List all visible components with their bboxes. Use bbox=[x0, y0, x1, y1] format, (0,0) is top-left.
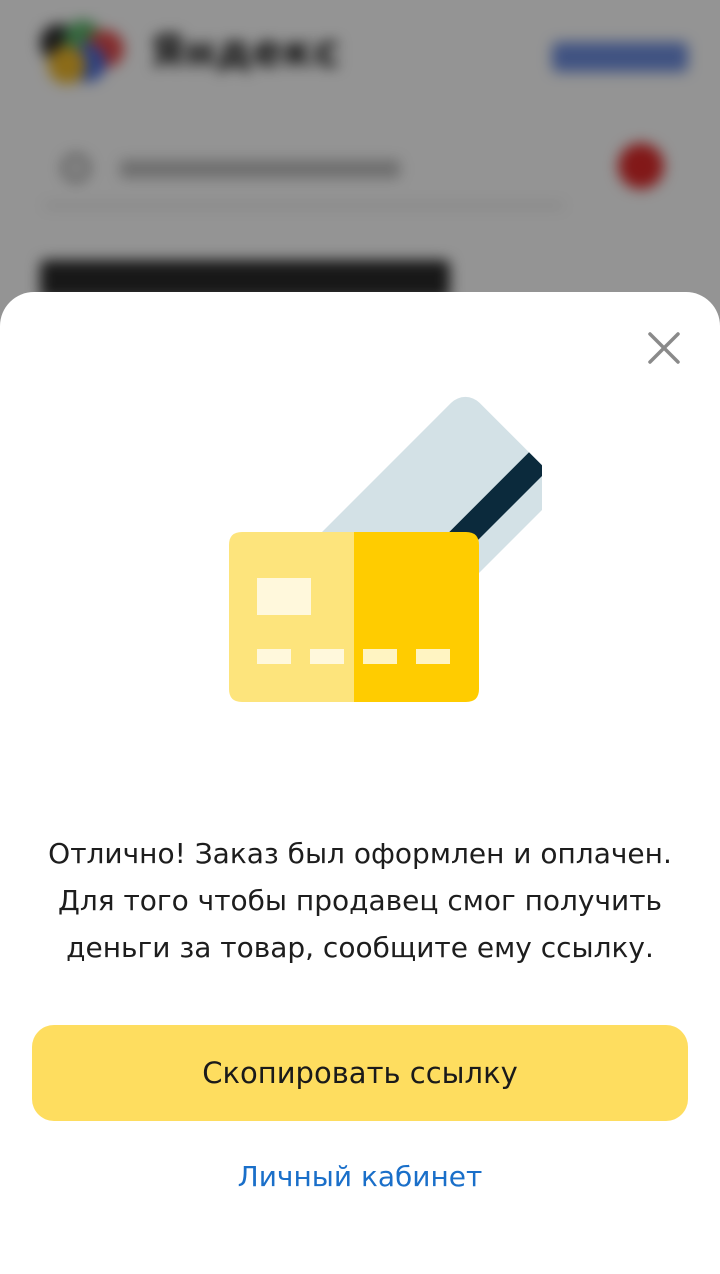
card-chip bbox=[257, 578, 311, 615]
app-viewport: Яндекс Отлично! Заказ был оформлен и опл… bbox=[0, 0, 720, 1274]
close-icon bbox=[648, 332, 680, 364]
payment-success-sheet: Отлично! Заказ был оформлен и оплачен. Д… bbox=[0, 292, 720, 1274]
card-number-block bbox=[310, 649, 344, 664]
card-number-block bbox=[257, 649, 291, 664]
copy-link-button[interactable]: Скопировать ссылку bbox=[32, 1025, 688, 1121]
success-message-line: Для того чтобы продавец смог получить bbox=[57, 884, 663, 917]
front-card-right bbox=[354, 532, 479, 702]
credit-card-icon bbox=[229, 396, 542, 702]
front-card-left bbox=[229, 532, 354, 702]
success-message-line: Отлично! Заказ был оформлен и оплачен. bbox=[48, 837, 672, 870]
success-message: Отлично! Заказ был оформлен и оплачен. Д… bbox=[30, 830, 690, 971]
card-number-block bbox=[416, 649, 450, 664]
close-button[interactable] bbox=[640, 324, 688, 372]
card-number-block bbox=[363, 649, 397, 664]
success-message-line: деньги за товар, сообщите ему ссылку. bbox=[66, 931, 654, 964]
personal-account-link[interactable]: Личный кабинет bbox=[0, 1160, 720, 1193]
